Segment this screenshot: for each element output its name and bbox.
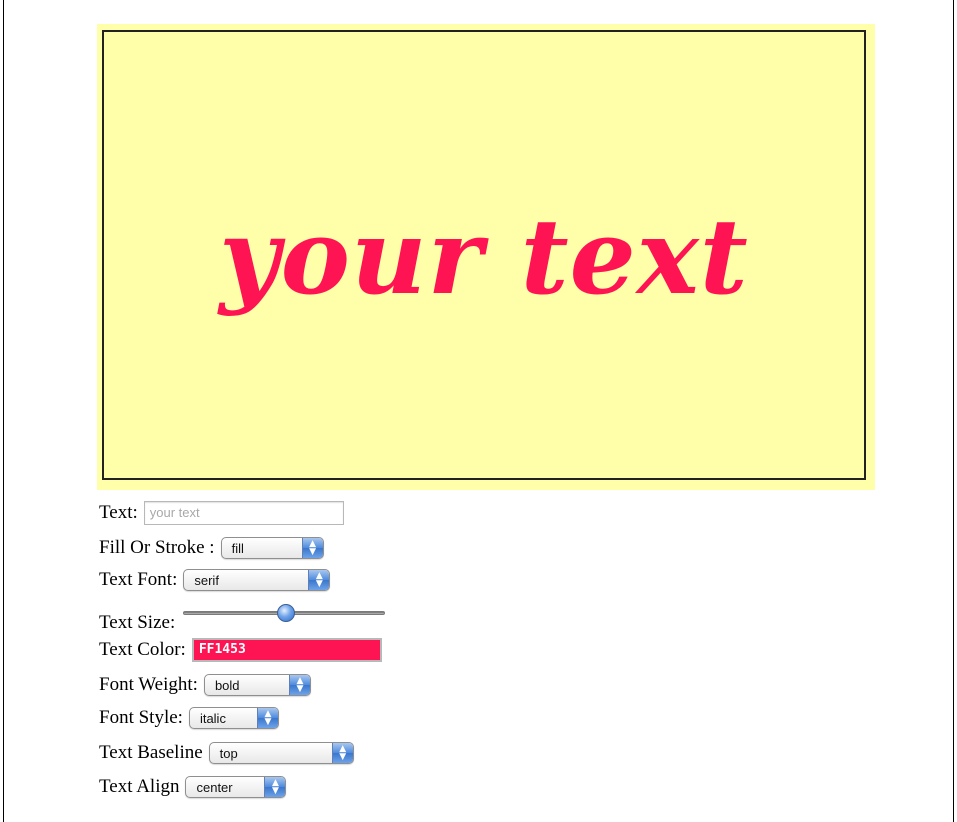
text-baseline-value: top (219, 745, 238, 761)
window-border-left (3, 0, 4, 822)
select-arrows-icon: ▲ ▼ (288, 675, 310, 695)
text-align-label: Text Align (99, 776, 180, 797)
text-input[interactable]: your text (143, 501, 344, 525)
fill-or-stroke-row: Fill Or Stroke : fill ▲ ▼ (99, 535, 324, 561)
font-style-value: italic (199, 710, 226, 726)
select-arrows-icon: ▲ ▼ (331, 743, 353, 763)
canvas-text: your text (219, 194, 749, 318)
font-style-row: Font Style: italic ▲ ▼ (99, 705, 279, 731)
text-row: Text: your text (99, 500, 344, 526)
text-label: Text: (99, 502, 138, 523)
text-align-select[interactable]: center ▲ ▼ (185, 776, 287, 798)
text-font-value: serif (194, 572, 219, 588)
text-align-value: center (196, 779, 233, 795)
select-arrows-icon: ▲ ▼ (256, 708, 278, 728)
text-canvas: your text (102, 30, 866, 480)
select-arrows-icon: ▲ ▼ (264, 777, 286, 797)
fill-or-stroke-select[interactable]: fill ▲ ▼ (220, 537, 324, 559)
text-color-row: Text Color: FF1453 (99, 637, 382, 663)
text-font-row: Text Font: serif ▲ ▼ (99, 567, 331, 593)
text-baseline-select[interactable]: top ▲ ▼ (208, 742, 354, 764)
text-font-label: Text Font: (99, 569, 178, 590)
text-size-label: Text Size: (99, 612, 176, 633)
text-color-label: Text Color: (99, 639, 186, 660)
font-style-select[interactable]: italic ▲ ▼ (188, 707, 279, 729)
font-style-label: Font Style: (99, 707, 183, 728)
text-color-input[interactable]: FF1453 (191, 638, 382, 662)
canvas-container: your text (97, 24, 875, 490)
text-baseline-row: Text Baseline top ▲ ▼ (99, 740, 354, 766)
select-arrows-icon: ▲ ▼ (308, 570, 330, 590)
fill-or-stroke-value: fill (231, 540, 244, 556)
text-size-slider[interactable] (183, 604, 386, 622)
select-arrows-icon: ▲ ▼ (301, 538, 323, 558)
slider-thumb[interactable] (277, 604, 296, 622)
text-font-select[interactable]: serif ▲ ▼ (183, 569, 331, 591)
font-weight-label: Font Weight: (99, 674, 198, 695)
text-baseline-label: Text Baseline (99, 742, 203, 763)
text-align-row: Text Align center ▲ ▼ (99, 774, 287, 800)
text-size-row: Text Size: (99, 603, 386, 633)
window-border-right (953, 0, 954, 822)
font-weight-row: Font Weight: bold ▲ ▼ (99, 672, 311, 698)
font-weight-value: bold (214, 677, 240, 693)
fill-or-stroke-label: Fill Or Stroke : (99, 537, 215, 558)
font-weight-select[interactable]: bold ▲ ▼ (203, 674, 311, 696)
